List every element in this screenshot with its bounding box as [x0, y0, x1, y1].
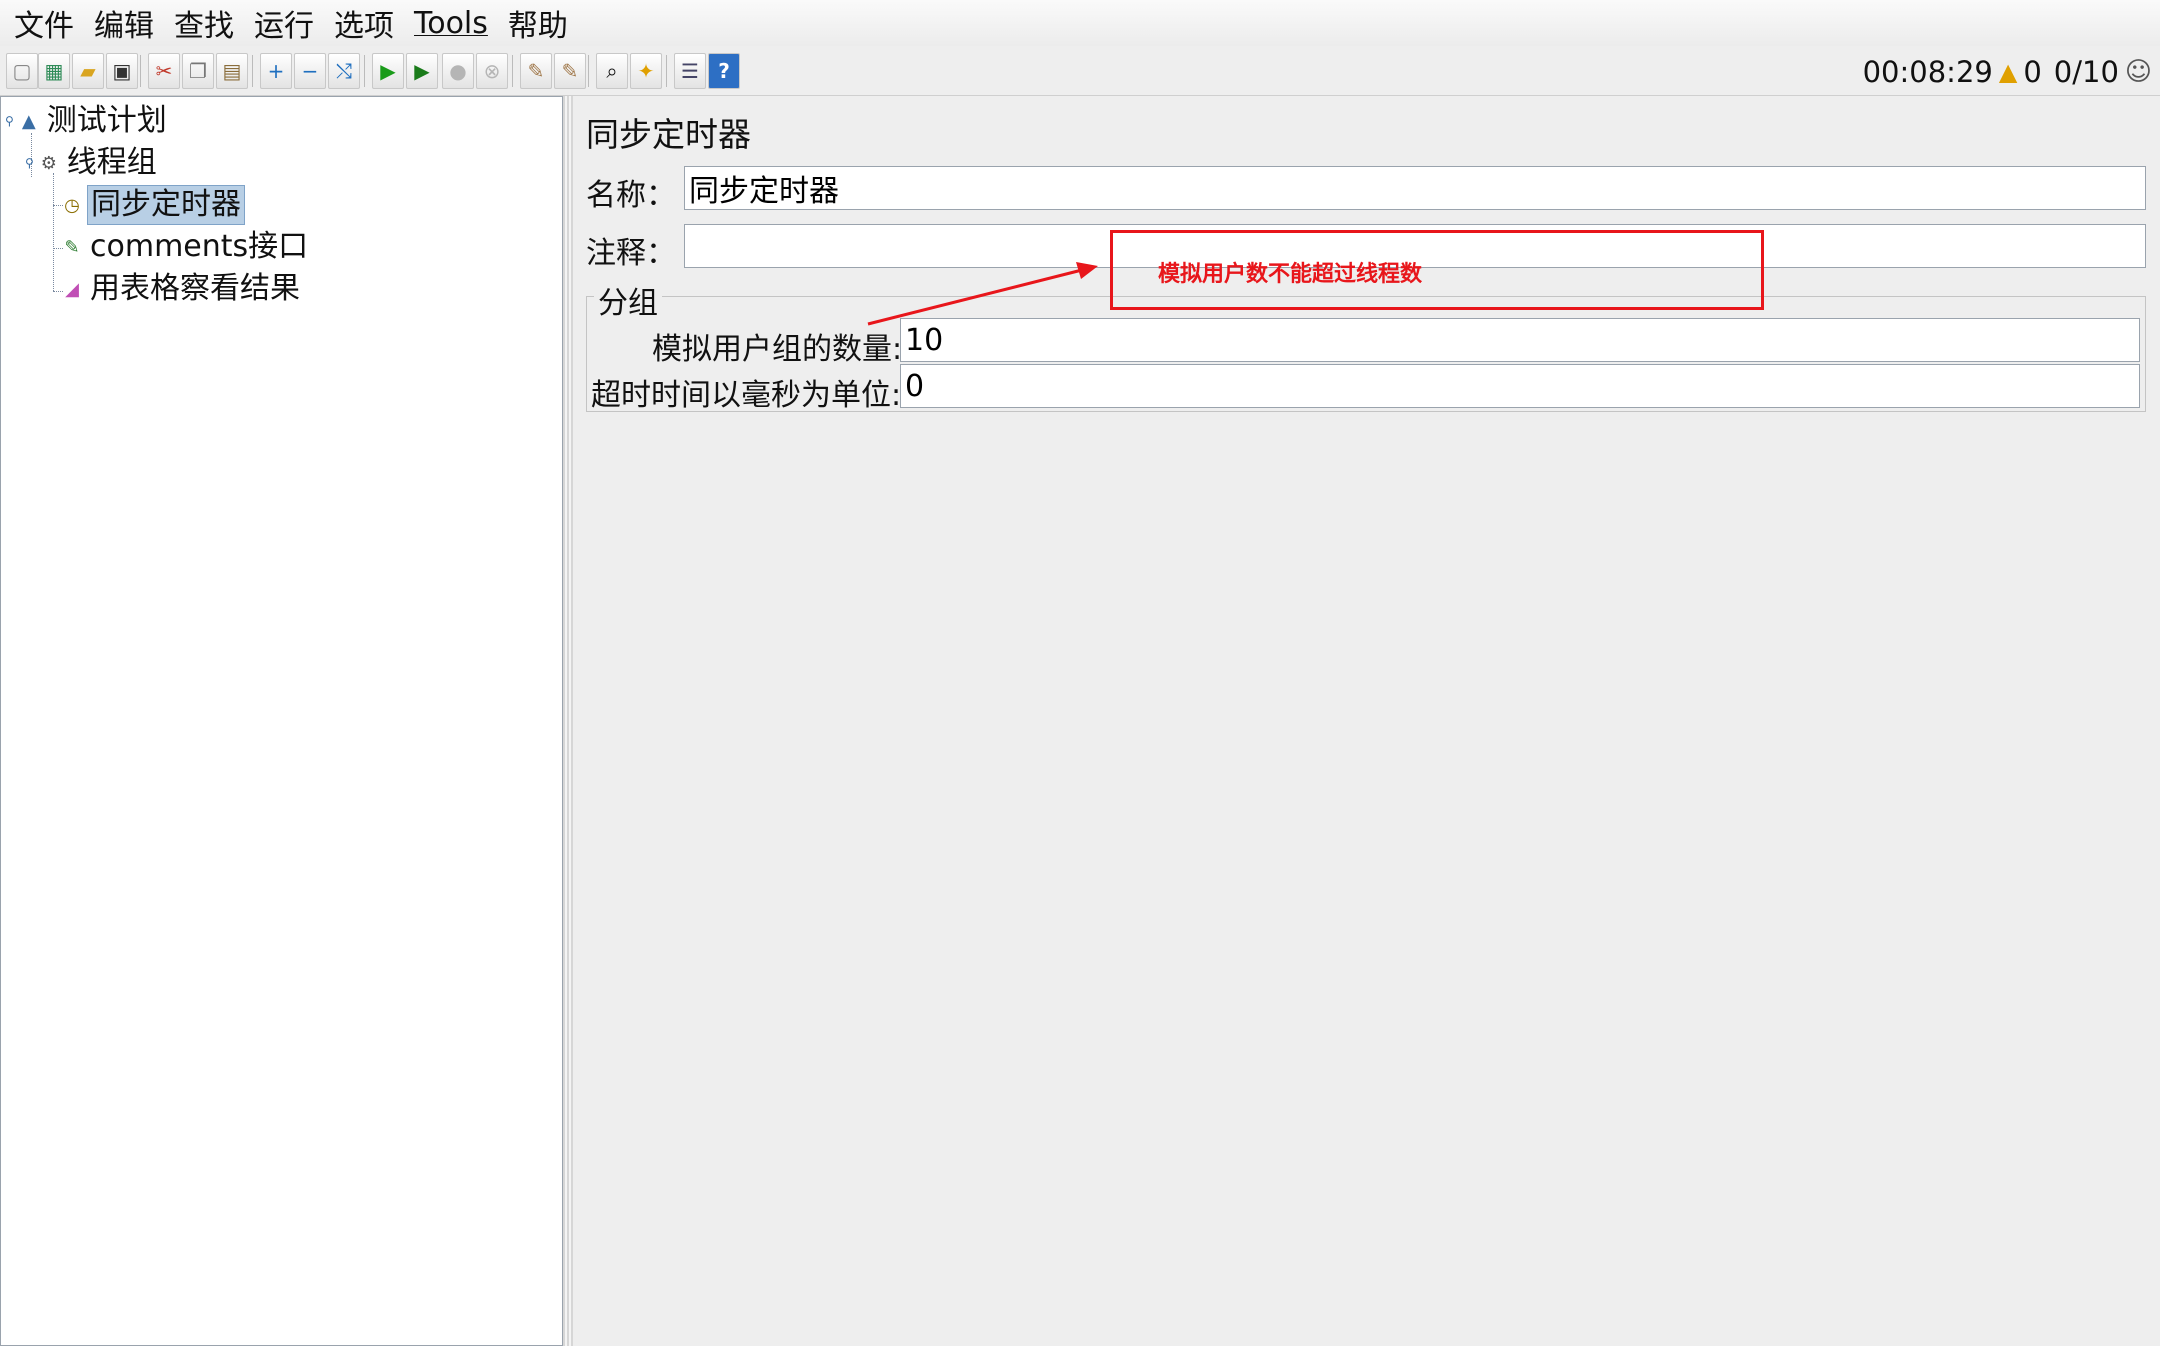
clear-all-icon[interactable]: ✎ — [554, 53, 586, 89]
tree-node-sync-timer[interactable]: ◷ 同步定时器 — [61, 185, 245, 225]
search-icon[interactable]: ⌕ — [596, 53, 628, 89]
grouping-title: 分组 — [594, 278, 662, 322]
collapse-icon[interactable]: − — [294, 53, 326, 89]
toolbar-separator — [512, 55, 513, 87]
toolbar-separator — [252, 55, 253, 87]
test-plan-icon: ▲ — [21, 110, 36, 132]
thread-count: 0/10 — [2053, 55, 2119, 89]
reset-search-icon[interactable]: ✦ — [630, 53, 662, 89]
tree-node-test-plan[interactable]: ⚲ ▲ 测试计划 — [5, 101, 170, 141]
shutdown-icon[interactable]: ⊗ — [476, 53, 508, 89]
copy-icon[interactable]: ❐ — [182, 53, 214, 89]
name-label: 名称： — [586, 178, 676, 213]
function-helper-icon[interactable]: ☰ — [674, 53, 706, 89]
menu-run[interactable]: 运行 — [248, 1, 320, 45]
open-icon[interactable]: ▰ — [72, 53, 104, 89]
status-area: 00:08:29 ▲ 0 0/10 ☺ — [1863, 52, 2152, 92]
templates-icon[interactable]: ▦ — [38, 53, 70, 89]
tree-node-results-table[interactable]: ◢ 用表格察看结果 — [61, 269, 303, 309]
sampler-icon: ✎ — [64, 236, 80, 258]
tree-expand-handle[interactable]: ⚲ — [25, 156, 34, 170]
menu-file[interactable]: 文件 — [8, 1, 80, 45]
timeout-label: 超时时间以毫秒为单位: — [591, 378, 902, 413]
toolbar-separator — [666, 55, 667, 87]
tree-label: comments接口 — [90, 229, 309, 264]
name-field[interactable] — [684, 166, 2146, 210]
menu-bar: 文件 编辑 查找 运行 选项 Tools 帮助 — [0, 0, 2160, 46]
warning-icon[interactable]: ▲ — [1999, 58, 2017, 86]
expand-icon[interactable]: + — [260, 53, 292, 89]
timeout-field[interactable] — [900, 364, 2140, 408]
tree-expand-handle[interactable]: ⚲ — [5, 114, 14, 128]
panel-title: 同步定时器 — [586, 115, 751, 154]
simulated-users-label: 模拟用户组的数量: — [652, 332, 903, 367]
clear-icon[interactable]: ✎ — [520, 53, 552, 89]
paste-icon[interactable]: ▤ — [216, 53, 248, 89]
tree-label: 同步定时器 — [87, 185, 245, 225]
stop-icon[interactable]: ● — [442, 53, 474, 89]
save-icon[interactable]: ▣ — [106, 53, 138, 89]
tree-label: 测试计划 — [46, 103, 167, 138]
tree-connector — [53, 173, 54, 291]
toggle-icon[interactable]: ⤭ — [328, 53, 360, 89]
menu-search[interactable]: 查找 — [168, 1, 240, 45]
elapsed-time: 00:08:29 — [1862, 55, 1993, 89]
cut-icon[interactable]: ✂ — [148, 53, 180, 89]
start-no-pause-icon[interactable]: ▶ — [406, 53, 438, 89]
menu-tools[interactable]: Tools — [408, 6, 494, 41]
annotation-text: 模拟用户数不能超过线程数 — [1158, 262, 1423, 287]
menu-edit[interactable]: 编辑 — [88, 1, 160, 45]
toolbar: ▢ ▦ ▰ ▣ ✂ ❐ ▤ + − ⤭ ▶ ▶ ● ⊗ ✎ ✎ ⌕ ✦ ☰? — [0, 49, 2160, 96]
comment-label: 注释： — [586, 236, 676, 271]
tree-label: 线程组 — [66, 145, 157, 180]
timer-icon: ◷ — [64, 194, 80, 216]
toolbar-separator — [140, 55, 141, 87]
help-icon[interactable]: ? — [708, 53, 740, 89]
thread-group-icon: ⚙ — [40, 152, 57, 174]
toolbar-separator — [588, 55, 589, 87]
new-icon[interactable]: ▢ — [6, 53, 38, 89]
test-plan-tree: ⚲ ▲ 测试计划 ⚲ ⚙ 线程组 ◷ 同步定时器 ✎ comments接口 ◢ … — [0, 96, 563, 1346]
warning-count: 0 — [2023, 55, 2042, 89]
start-icon[interactable]: ▶ — [372, 53, 404, 89]
tree-label: 用表格察看结果 — [90, 271, 300, 306]
menu-help[interactable]: 帮助 — [502, 1, 574, 45]
simulated-users-field[interactable] — [900, 318, 2140, 362]
menu-options[interactable]: 选项 — [328, 1, 400, 45]
tree-node-http-sampler[interactable]: ✎ comments接口 — [61, 227, 311, 267]
listener-icon: ◢ — [65, 278, 79, 300]
threads-status-icon: ☺ — [2124, 57, 2152, 87]
toolbar-separator — [364, 55, 365, 87]
tree-node-thread-group[interactable]: ⚲ ⚙ 线程组 — [25, 143, 160, 183]
split-pane-divider[interactable] — [563, 96, 573, 1346]
